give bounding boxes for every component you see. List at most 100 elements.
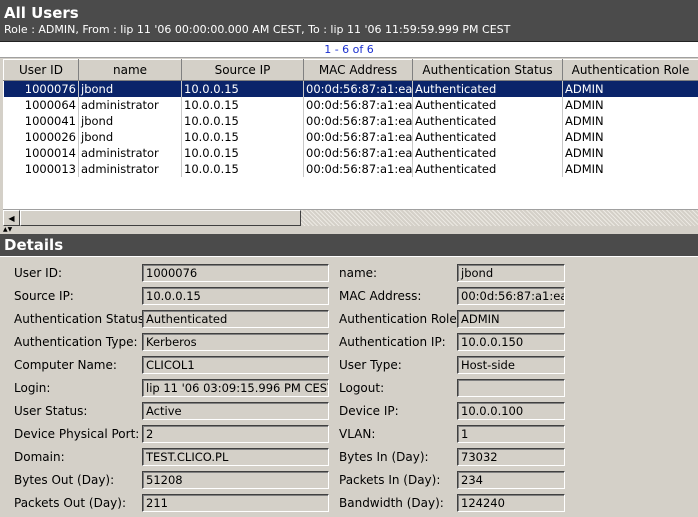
- label-vlan: VLAN:: [339, 427, 376, 441]
- label-bytes-out: Bytes Out (Day):: [14, 473, 115, 487]
- cell-auth-status: Authenticated: [412, 161, 563, 177]
- field-domain: TEST.CLICO.PL: [142, 448, 329, 466]
- cell-mac-address: 00:0d:56:87:a1:ea: [303, 161, 413, 177]
- label-source-ip: Source IP:: [14, 289, 74, 303]
- page-title: All Users: [4, 4, 79, 22]
- scrollbar-thumb[interactable]: [20, 210, 301, 226]
- field-user-type: Host-side: [457, 356, 565, 374]
- label-mac-address: MAC Address:: [339, 289, 422, 303]
- cell-auth-status: Authenticated: [412, 113, 563, 129]
- label-computer-name: Computer Name:: [14, 358, 117, 372]
- cell-user-id: 1000076: [3, 80, 79, 97]
- details-panel: User ID: 1000076 Source IP: 10.0.0.15 Au…: [0, 256, 698, 517]
- label-auth-type: Authentication Type:: [14, 335, 138, 349]
- table-header-row: User ID name Source IP MAC Address Authe…: [3, 59, 698, 81]
- cell-auth-role: ADMIN: [562, 145, 698, 161]
- field-packets-in: 234: [457, 471, 565, 489]
- cell-user-id: 1000026: [3, 129, 79, 145]
- cell-name: administrator: [78, 145, 182, 161]
- cell-source-ip: 10.0.0.15: [181, 97, 304, 113]
- cell-auth-role: ADMIN: [562, 129, 698, 145]
- table-row[interactable]: 1000064 administrator 10.0.0.15 00:0d:56…: [3, 97, 698, 113]
- label-bytes-in: Bytes In (Day):: [339, 450, 429, 464]
- label-name: name:: [339, 266, 378, 280]
- column-header-mac-address[interactable]: MAC Address: [303, 59, 413, 81]
- label-packets-out: Packets Out (Day):: [14, 496, 126, 510]
- table-row[interactable]: 1000014 administrator 10.0.0.15 00:0d:56…: [3, 145, 698, 161]
- field-bandwidth: 124240: [457, 494, 565, 512]
- cell-mac-address: 00:0d:56:87:a1:ea: [303, 145, 413, 161]
- cell-name: jbond: [78, 80, 182, 97]
- cell-auth-status: Authenticated: [412, 129, 563, 145]
- field-auth-type: Kerberos: [142, 333, 329, 351]
- cell-source-ip: 10.0.0.15: [181, 129, 304, 145]
- cell-mac-address: 00:0d:56:87:a1:ea: [303, 97, 413, 113]
- cell-auth-status: Authenticated: [412, 97, 563, 113]
- field-computer-name: CLICOL1: [142, 356, 329, 374]
- cell-source-ip: 10.0.0.15: [181, 145, 304, 161]
- column-header-name[interactable]: name: [78, 59, 182, 81]
- cell-user-id: 1000041: [3, 113, 79, 129]
- column-header-auth-status[interactable]: Authentication Status: [412, 59, 563, 81]
- cell-user-id: 1000013: [3, 161, 79, 177]
- label-packets-in: Packets In (Day):: [339, 473, 441, 487]
- field-logout: [457, 379, 565, 397]
- all-users-header: All Users Role : ADMIN, From : lip 11 '0…: [0, 0, 698, 42]
- field-user-status: Active: [142, 402, 329, 420]
- cell-auth-role: ADMIN: [562, 161, 698, 177]
- label-domain: Domain:: [14, 450, 65, 464]
- table-row[interactable]: 1000041 jbond 10.0.0.15 00:0d:56:87:a1:e…: [3, 113, 698, 129]
- field-vlan: 1: [457, 425, 565, 443]
- cell-auth-role: ADMIN: [562, 113, 698, 129]
- field-device-physical-port: 2: [142, 425, 329, 443]
- splitter-arrows-icon[interactable]: ▲▼: [3, 226, 12, 234]
- label-auth-role: Authentication Role:: [339, 312, 461, 326]
- cell-auth-status: Authenticated: [412, 145, 563, 161]
- field-bytes-in: 73032: [457, 448, 565, 466]
- horizontal-scrollbar[interactable]: ◀: [3, 209, 698, 226]
- cell-name: jbond: [78, 113, 182, 129]
- label-device-physical-port: Device Physical Port:: [14, 427, 140, 441]
- column-header-user-id[interactable]: User ID: [3, 59, 79, 81]
- label-bandwidth: Bandwidth (Day):: [339, 496, 444, 510]
- table-row[interactable]: 1000013 administrator 10.0.0.15 00:0d:56…: [3, 161, 698, 177]
- arrow-left-icon: ◀: [8, 213, 15, 223]
- pane-splitter[interactable]: ▲▼: [0, 226, 698, 234]
- scroll-left-button[interactable]: ◀: [3, 210, 20, 226]
- cell-name: administrator: [78, 97, 182, 113]
- field-name: jbond: [457, 264, 565, 282]
- column-header-source-ip[interactable]: Source IP: [181, 59, 304, 81]
- details-title: Details: [0, 234, 698, 256]
- cell-user-id: 1000014: [3, 145, 79, 161]
- field-source-ip: 10.0.0.15: [142, 287, 329, 305]
- table-row[interactable]: 1000076 jbond 10.0.0.15 00:0d:56:87:a1:e…: [3, 80, 698, 97]
- field-user-id: 1000076: [142, 264, 329, 282]
- label-user-type: User Type:: [339, 358, 402, 372]
- cell-auth-role: ADMIN: [562, 97, 698, 113]
- cell-name: administrator: [78, 161, 182, 177]
- field-bytes-out: 51208: [142, 471, 329, 489]
- column-header-auth-role[interactable]: Authentication Role: [562, 59, 698, 81]
- cell-mac-address: 00:0d:56:87:a1:ea: [303, 129, 413, 145]
- field-mac-address: 00:0d:56:87:a1:ea: [457, 287, 565, 305]
- label-device-ip: Device IP:: [339, 404, 399, 418]
- table-row[interactable]: 1000026 jbond 10.0.0.15 00:0d:56:87:a1:e…: [3, 129, 698, 145]
- field-auth-role: ADMIN: [457, 310, 565, 328]
- field-packets-out: 211: [142, 494, 329, 512]
- field-auth-ip: 10.0.0.150: [457, 333, 565, 351]
- label-user-id: User ID:: [14, 266, 62, 280]
- label-auth-ip: Authentication IP:: [339, 335, 446, 349]
- label-auth-status: Authentication Status:: [14, 312, 149, 326]
- cell-user-id: 1000064: [3, 97, 79, 113]
- cell-auth-role: ADMIN: [562, 80, 698, 97]
- field-device-ip: 10.0.0.100: [457, 402, 565, 420]
- cell-source-ip: 10.0.0.15: [181, 80, 304, 97]
- users-table: User ID name Source IP MAC Address Authe…: [3, 59, 698, 177]
- cell-mac-address: 00:0d:56:87:a1:ea: [303, 80, 413, 97]
- cell-name: jbond: [78, 129, 182, 145]
- label-login: Login:: [14, 381, 51, 395]
- filter-summary: Role : ADMIN, From : lip 11 '06 00:00:00…: [4, 23, 511, 36]
- pagination-indicator: 1 - 6 of 6: [0, 42, 698, 58]
- users-table-container: User ID name Source IP MAC Address Authe…: [3, 59, 698, 209]
- cell-source-ip: 10.0.0.15: [181, 161, 304, 177]
